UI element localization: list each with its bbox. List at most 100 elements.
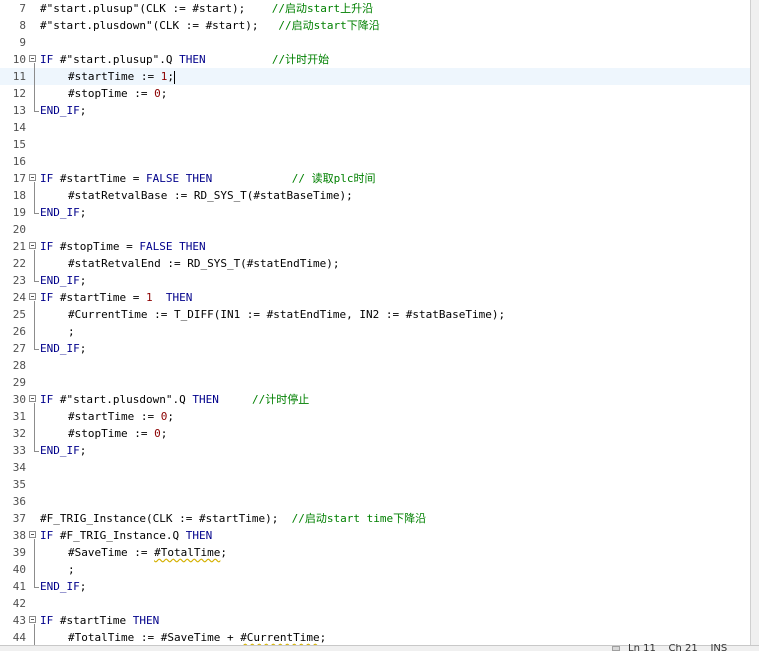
code-line[interactable]: 19 END_IF; bbox=[0, 204, 750, 221]
line-number: 33 bbox=[12, 444, 26, 457]
code-line[interactable]: 9 bbox=[0, 34, 750, 51]
fold-guide bbox=[34, 624, 35, 645]
fold-collapse-icon[interactable] bbox=[29, 616, 36, 623]
keyword-token: END_IF bbox=[40, 342, 80, 355]
code-token: #stopTime := bbox=[68, 427, 155, 440]
line-number: 42 bbox=[12, 597, 26, 610]
code-line[interactable]: 21 IF #stopTime = FALSE THEN bbox=[0, 238, 750, 255]
fold-collapse-icon[interactable] bbox=[29, 395, 36, 402]
code-line[interactable]: 33 END_IF; bbox=[0, 442, 750, 459]
code-text: #statRetvalBase := RD_SYS_T(#statBaseTim… bbox=[68, 187, 353, 204]
code-line[interactable]: 42 bbox=[0, 595, 750, 612]
code-line[interactable]: 26; bbox=[0, 323, 750, 340]
code-token: ; bbox=[68, 563, 75, 576]
line-number: 17 bbox=[12, 172, 26, 185]
code-text: #"start.plusdown"(CLK := #start); //启动st… bbox=[40, 17, 380, 34]
keyword-token: FALSE bbox=[139, 240, 173, 253]
line-number: 29 bbox=[12, 376, 26, 389]
code-line[interactable]: 17 IF #startTime = FALSE THEN // 读取plc时间 bbox=[0, 170, 750, 187]
code-line[interactable]: 40; bbox=[0, 561, 750, 578]
vertical-scrollbar[interactable] bbox=[751, 0, 759, 645]
code-line[interactable]: 31 #startTime := 0; bbox=[0, 408, 750, 425]
code-editor[interactable]: 7 #"start.plusup"(CLK := #start); //启动sta… bbox=[0, 0, 750, 645]
fold-collapse-icon[interactable] bbox=[29, 531, 36, 538]
code-line[interactable]: 38 IF #F_TRIG_Instance.Q THEN bbox=[0, 527, 750, 544]
code-line[interactable]: 36 bbox=[0, 493, 750, 510]
status-grip-handle[interactable] bbox=[612, 646, 620, 651]
code-line[interactable]: 13 END_IF; bbox=[0, 102, 750, 119]
code-line[interactable]: 24 IF #startTime = 1 THEN bbox=[0, 289, 750, 306]
code-line[interactable]: 25 #CurrentTime := T_DIFF(IN1 := #statEnd… bbox=[0, 306, 750, 323]
keyword-token: IF bbox=[40, 240, 54, 253]
fold-collapse-icon[interactable] bbox=[29, 55, 36, 62]
line-number: 37 bbox=[12, 512, 26, 525]
comment-token: // 读取plc时间 bbox=[291, 172, 376, 185]
code-token: #"start.plusdown".Q bbox=[53, 393, 193, 406]
code-line[interactable]: 32 #stopTime := 0; bbox=[0, 425, 750, 442]
fold-guide bbox=[34, 63, 35, 111]
code-line[interactable]: 44 #TotalTime := #SaveTime + #CurrentTime… bbox=[0, 629, 750, 645]
code-line[interactable]: 11 #startTime := 1; bbox=[0, 68, 750, 85]
code-line[interactable]: 39 #SaveTime := #TotalTime; bbox=[0, 544, 750, 561]
code-token: #startTime = bbox=[53, 172, 146, 185]
code-line[interactable]: 10 IF #"start.plusup".Q THEN //计时开始 bbox=[0, 51, 750, 68]
code-line[interactable]: 23 END_IF; bbox=[0, 272, 750, 289]
code-line[interactable]: 12 #stopTime := 0; bbox=[0, 85, 750, 102]
code-line[interactable]: 20 bbox=[0, 221, 750, 238]
code-line[interactable]: 7 #"start.plusup"(CLK := #start); //启动sta… bbox=[0, 0, 750, 17]
code-token: #F_TRIG_Instance.Q bbox=[53, 529, 186, 542]
line-number: 8 bbox=[19, 19, 26, 32]
line-number: 27 bbox=[12, 342, 26, 355]
line-number: 35 bbox=[12, 478, 26, 491]
keyword-token: IF bbox=[40, 53, 54, 66]
code-line[interactable]: 18 #statRetvalBase := RD_SYS_T(#statBaseT… bbox=[0, 187, 750, 204]
line-number: 10 bbox=[12, 53, 26, 66]
status-text: Ln 11 Ch 21 INS bbox=[628, 644, 728, 651]
fold-collapse-icon[interactable] bbox=[29, 293, 36, 300]
code-text: #TotalTime := #SaveTime + #CurrentTime; bbox=[68, 629, 326, 645]
code-text: IF #F_TRIG_Instance.Q THEN bbox=[40, 527, 212, 544]
code-line[interactable]: 22 #statRetvalEnd := RD_SYS_T(#statEndTim… bbox=[0, 255, 750, 272]
code-text: END_IF; bbox=[40, 578, 86, 595]
code-text: IF #startTime = FALSE THEN // 读取plc时间 bbox=[40, 170, 375, 187]
code-line[interactable]: 27 END_IF; bbox=[0, 340, 750, 357]
fold-guide-end bbox=[34, 451, 39, 452]
fold-collapse-icon[interactable] bbox=[29, 174, 36, 181]
code-line[interactable]: 35 bbox=[0, 476, 750, 493]
code-token: ; bbox=[220, 546, 227, 559]
code-line[interactable]: 28 bbox=[0, 357, 750, 374]
number-token: 0 bbox=[154, 87, 161, 100]
code-line[interactable]: 30 IF #"start.plusdown".Q THEN //计时停止 bbox=[0, 391, 750, 408]
line-number: 13 bbox=[12, 104, 26, 117]
fold-guide-end bbox=[34, 111, 39, 112]
code-line[interactable]: 43 IF #startTime THEN bbox=[0, 612, 750, 629]
code-token: ; bbox=[160, 427, 168, 440]
code-line[interactable]: 37 #F_TRIG_Instance(CLK := #startTime); /… bbox=[0, 510, 750, 527]
code-line[interactable]: 8 #"start.plusdown"(CLK := #start); //启动s… bbox=[0, 17, 750, 34]
warning-token: #TotalTime bbox=[154, 546, 221, 559]
code-line[interactable]: 16 bbox=[0, 153, 750, 170]
line-number: 41 bbox=[12, 580, 26, 593]
comment-token: //计时停止 bbox=[251, 393, 310, 406]
line-number: 44 bbox=[12, 631, 26, 644]
code-token: #statRetvalEnd := RD_SYS_T(#statEndTime)… bbox=[68, 257, 340, 270]
line-number: 23 bbox=[12, 274, 26, 287]
line-number: 36 bbox=[12, 495, 26, 508]
code-token: #stopTime = bbox=[53, 240, 140, 253]
code-token: #CurrentTime := T_DIFF(IN1 := #statEndTi… bbox=[68, 308, 506, 321]
fold-collapse-icon[interactable] bbox=[29, 242, 36, 249]
keyword-token: THEN bbox=[185, 172, 213, 185]
code-text: #startTime := 0; bbox=[68, 408, 174, 425]
line-number: 25 bbox=[12, 308, 26, 321]
line-number: 18 bbox=[12, 189, 26, 202]
code-line[interactable]: 15 bbox=[0, 136, 750, 153]
code-line[interactable]: 29 bbox=[0, 374, 750, 391]
comment-token: //计时开始 bbox=[271, 53, 330, 66]
code-line[interactable]: 34 bbox=[0, 459, 750, 476]
code-line[interactable]: 41 END_IF; bbox=[0, 578, 750, 595]
code-line[interactable]: 14 bbox=[0, 119, 750, 136]
